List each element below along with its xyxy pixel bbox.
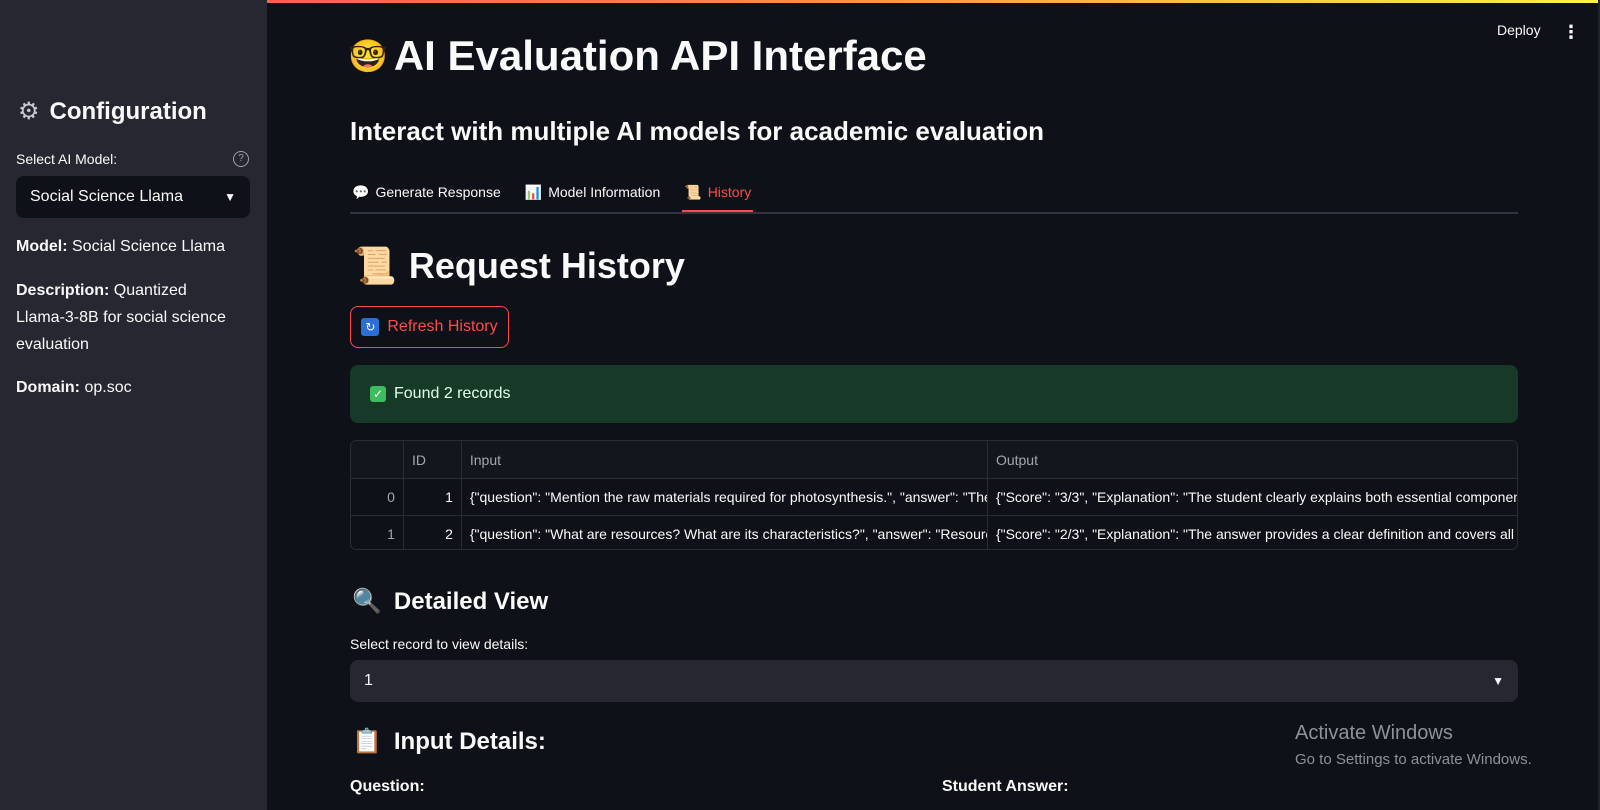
success-alert: ✓ Found 2 records — [350, 365, 1518, 423]
check-icon: ✓ — [370, 386, 386, 402]
tab-bar: 💬 Generate Response 📊 Model Information … — [350, 174, 1518, 214]
table-header-row: ID Input Output — [351, 441, 1517, 479]
activate-windows-watermark: Activate Windows Go to Settings to activ… — [1295, 722, 1532, 768]
page-title-text: AI Evaluation API Interface — [393, 32, 927, 79]
sidebar: ⚙ Configuration Select AI Model: ? Socia… — [0, 0, 267, 810]
watermark-line1: Activate Windows — [1295, 722, 1453, 744]
tab-model-information[interactable]: 📊 Model Information — [523, 174, 663, 210]
model-select-label: Select AI Model: — [16, 151, 118, 167]
input-details-heading: 📋 Input Details: — [352, 727, 546, 756]
domain-value: op.soc — [84, 379, 132, 396]
deploy-button[interactable]: Deploy — [1497, 22, 1541, 38]
detailed-view-heading: 🔍 Detailed View — [352, 587, 548, 616]
nerd-face-icon: 🤓 — [348, 38, 388, 74]
input-details-title: Input Details: — [393, 727, 546, 755]
watermark-line2: Go to Settings to activate Windows. — [1295, 751, 1532, 768]
description-info: Description: Quantized Llama-3-8B for so… — [16, 277, 236, 358]
domain-info: Domain: op.soc — [16, 374, 236, 401]
detailed-view-title: Detailed View — [393, 587, 549, 615]
clipboard-icon: 📋 — [352, 728, 382, 755]
tab-label: Generate Response — [375, 184, 501, 200]
sidebar-title: ⚙ Configuration — [18, 97, 207, 126]
row-input[interactable]: {"question": "Mention the raw materials … — [462, 479, 988, 515]
record-select-label: Select record to view details: — [350, 636, 529, 652]
chevron-down-icon: ▼ — [224, 190, 236, 204]
model-select[interactable]: Social Science Llama ▼ — [16, 176, 250, 218]
model-info: Model: Social Science Llama — [16, 233, 236, 260]
column-header-index[interactable] — [351, 441, 404, 478]
page-subtitle: Interact with multiple AI models for aca… — [350, 116, 1044, 146]
bar-chart-icon: 📊 — [524, 183, 543, 200]
record-select[interactable]: 1 ▼ — [350, 660, 1518, 702]
table-row[interactable]: 1 2 {"question": "What are resources? Wh… — [351, 516, 1517, 549]
request-history-title: Request History — [408, 245, 685, 286]
tab-generate-response[interactable]: 💬 Generate Response — [350, 174, 503, 210]
row-output[interactable]: {"Score": "3/3", "Explanation": "The stu… — [988, 479, 1517, 515]
speech-bubble-icon: 💬 — [352, 183, 370, 200]
refresh-history-button[interactable]: ↻ Refresh History — [350, 306, 509, 348]
magnifier-icon: 🔍 — [352, 588, 382, 615]
column-header-input[interactable]: Input — [462, 441, 988, 478]
request-history-heading: 📜 Request History — [352, 245, 685, 287]
model-info-value: Social Science Llama — [72, 238, 225, 255]
table-row[interactable]: 0 1 {"question": "Mention the raw materi… — [351, 479, 1517, 516]
row-input[interactable]: {"question": "What are resources? What a… — [462, 516, 988, 549]
tab-label: Model Information — [548, 184, 661, 200]
history-table[interactable]: ID Input Output 0 1 {"question": "Mentio… — [350, 440, 1518, 550]
scroll-icon: 📜 — [352, 245, 397, 286]
page-title: 🤓 AI Evaluation API Interface — [348, 32, 927, 80]
refresh-history-label: Refresh History — [387, 318, 498, 335]
gear-icon: ⚙ — [18, 98, 40, 125]
tab-label: History — [707, 184, 752, 200]
kebab-menu-icon[interactable]: ⋮ — [1562, 22, 1580, 43]
column-header-id[interactable]: ID — [404, 441, 462, 478]
column-header-output[interactable]: Output — [988, 441, 1517, 478]
model-select-value: Social Science Llama — [30, 188, 183, 205]
row-id[interactable]: 2 — [404, 516, 462, 549]
row-index: 0 — [351, 479, 404, 515]
help-icon[interactable]: ? — [233, 151, 249, 167]
tab-history[interactable]: 📜 History — [682, 174, 754, 212]
sidebar-title-text: Configuration — [49, 97, 207, 125]
row-id[interactable]: 1 — [404, 479, 462, 515]
scroll-icon: 📜 — [684, 183, 702, 200]
row-index: 1 — [351, 516, 404, 549]
student-answer-label: Student Answer: — [942, 778, 1069, 795]
question-label: Question: — [350, 778, 425, 795]
chevron-down-icon: ▼ — [1492, 674, 1504, 688]
success-message: Found 2 records — [394, 385, 511, 402]
domain-label: Domain: — [16, 379, 80, 396]
description-label: Description: — [16, 282, 110, 299]
row-output[interactable]: {"Score": "2/3", "Explanation": "The ans… — [988, 516, 1517, 549]
refresh-icon: ↻ — [361, 318, 380, 336]
model-info-label: Model: — [16, 238, 68, 255]
record-select-value: 1 — [364, 672, 373, 689]
